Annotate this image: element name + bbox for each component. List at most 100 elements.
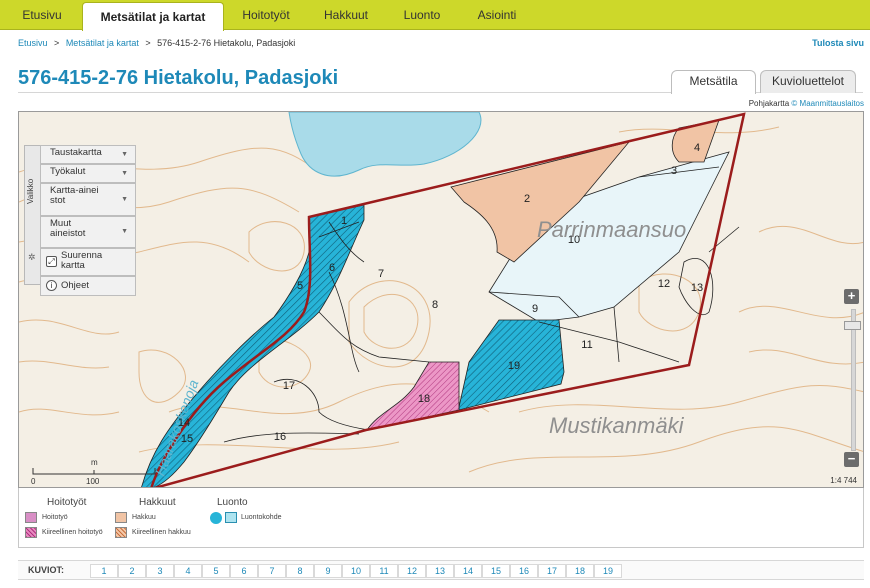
main-nav: Etusivu Metsätilat ja kartat Hoitotyöt H… [0,0,870,31]
map-menu-panel[interactable]: Valikko ✲ [24,145,41,285]
compartment-label-3: 3 [671,165,677,177]
legend-item-kiireellinen-hoitotyo: Kiireellinen hoitotyö [42,529,103,536]
legend-title-hakkuut: Hakkuut [139,497,176,508]
kuvio-link-13[interactable]: 13 [426,564,454,578]
kuvio-link-14[interactable]: 14 [454,564,482,578]
kuvio-link-17[interactable]: 17 [538,564,566,578]
kuvio-link-9[interactable]: 9 [314,564,342,578]
map-data-dropdown[interactable]: Kartta-aineistot ▼ [40,183,136,216]
kuvio-link-12[interactable]: 12 [398,564,426,578]
kuvio-link-3[interactable]: 3 [146,564,174,578]
legend-item-hakkuu: Hakkuu [132,514,156,521]
tab-metsatila[interactable]: Metsätila [671,70,756,94]
kuvio-link-11[interactable]: 11 [370,564,398,578]
lake [288,112,482,177]
info-icon: i [46,280,57,291]
tools-label: Työkalut [50,166,86,177]
kuvio-link-7[interactable]: 7 [258,564,286,578]
kuvio-link-18[interactable]: 18 [566,564,594,578]
place-name-mustikanmaki: Mustikanmäki [549,413,685,438]
tab-luonto[interactable]: Luonto [394,0,450,30]
compartment-label-14: 14 [178,417,190,429]
tab-asiointi[interactable]: Asiointi [466,0,528,30]
page-title: 576-415-2-76 Hietakolu, Padasjoki [18,67,339,89]
background-map-dropdown[interactable]: Taustakartta ▼ [40,145,136,164]
contour-lines [19,126,863,473]
chevron-down-icon: ▼ [121,169,128,177]
zoom-out-button[interactable]: − [844,452,859,467]
basemap-credit: Pohjakartta © Maanmittauslaitos [749,99,864,108]
maanmittauslaitos-link[interactable]: © Maanmittauslaitos [791,99,864,108]
tab-metsatilat-ja-kartat[interactable]: Metsätilat ja kartat [82,2,224,31]
legend-title-luonto: Luonto [217,497,248,508]
legend-swatch-kiireellinen-hakkuu [115,527,127,538]
breadcrumb-home-link[interactable]: Etusivu [18,38,48,48]
compartment-label-5: 5 [297,280,303,292]
tab-kuvioluettelot[interactable]: Kuvioluettelot [760,70,856,93]
tab-hakkuut[interactable]: Hakkuut [314,0,378,30]
legend-item-hoitotyo: Hoitotyö [42,514,68,521]
legend-swatch-hoitotyo [25,512,37,523]
legend-title-hoitotyot: Hoitotyöt [47,497,87,508]
compartment-label-4: 4 [694,142,700,154]
kuvio-link-4[interactable]: 4 [174,564,202,578]
kuvio-link-19[interactable]: 19 [594,564,622,578]
legend-swatch-hakkuu [115,512,127,523]
breadcrumb-section-link[interactable]: Metsätilat ja kartat [66,38,139,48]
compartment-label-12: 12 [658,278,670,290]
breadcrumb-current: 576-415-2-76 Hietakolu, Padasjoki [157,38,296,48]
compartment-label-9: 9 [532,303,538,315]
chevron-down-icon: ▼ [121,195,128,203]
compartment-label-18: 18 [418,393,430,405]
enlarge-icon: ⤢ [46,256,57,267]
compartment-label-11: 11 [581,339,592,351]
kuvio-link-5[interactable]: 5 [202,564,230,578]
help-button[interactable]: i Ohjeet [40,276,136,296]
compartment-label-7: 7 [378,268,384,280]
scale-ratio: 1:4 744 [830,476,857,485]
breadcrumb-separator: > [54,38,60,48]
kuvio-link-2[interactable]: 2 [118,564,146,578]
print-page-link[interactable]: Tulosta sivu [812,38,864,48]
scale-bar [32,468,156,475]
zoom-slider-handle[interactable] [844,321,861,330]
forest-map[interactable]: Parrinmaansuo Mustikanmäki Haarakoskenoj… [18,111,864,488]
tools-dropdown[interactable]: Työkalut ▼ [40,164,136,183]
compartment-label-16: 16 [274,431,286,443]
legend-item-kiireellinen-hakkuu: Kiireellinen hakkuu [132,529,191,536]
compartment-label-1: 1 [341,215,347,227]
map-menu-label: Valikko [26,178,35,204]
map-legend: Hoitotyöt Hoitotyö Kiireellinen hoitotyö… [18,488,864,548]
scale-label-unit: m [91,458,98,467]
kuvio-link-8[interactable]: 8 [286,564,314,578]
kuvio-link-1[interactable]: 1 [90,564,118,578]
kuvio-link-6[interactable]: 6 [230,564,258,578]
kuviot-label: KUVIOT: [28,565,64,575]
compartment-label-6: 6 [329,262,335,274]
compartment-label-13: 13 [691,282,703,294]
background-map-label: Taustakartta [50,147,102,158]
legend-swatch-kiireellinen-hoitotyo [25,527,37,538]
compartment-label-10: 10 [568,234,580,246]
breadcrumb-separator: > [145,38,151,48]
kuvio-link-15[interactable]: 15 [482,564,510,578]
legend-item-luontokohde: Luontokohde [241,514,282,521]
basemap-credit-label: Pohjakartta [748,99,790,108]
enlarge-map-button[interactable]: ⤢ Suurenna kartta [40,248,136,276]
zoom-slider-track[interactable] [851,309,856,451]
tab-etusivu[interactable]: Etusivu [14,0,70,30]
compartment-label-2: 2 [524,193,530,205]
compartment-list: KUVIOT: 1 2 3 4 5 6 7 8 9 10 11 12 13 14… [18,560,864,580]
gear-icon[interactable]: ✲ [28,252,36,263]
other-data-dropdown[interactable]: Muut aineistot ▼ [40,216,136,248]
compartment-label-15: 15 [181,433,193,445]
kuvio-link-10[interactable]: 10 [342,564,370,578]
legend-dot-luonto [210,512,222,524]
compartment-label-19: 19 [508,360,520,372]
scale-label-mid: 100 [86,477,100,486]
legend-swatch-luontokohde [225,512,237,523]
kuvio-link-16[interactable]: 16 [510,564,538,578]
scale-label-zero: 0 [31,477,36,486]
zoom-in-button[interactable]: + [844,289,859,304]
tab-hoitotyot[interactable]: Hoitotyöt [232,0,300,30]
